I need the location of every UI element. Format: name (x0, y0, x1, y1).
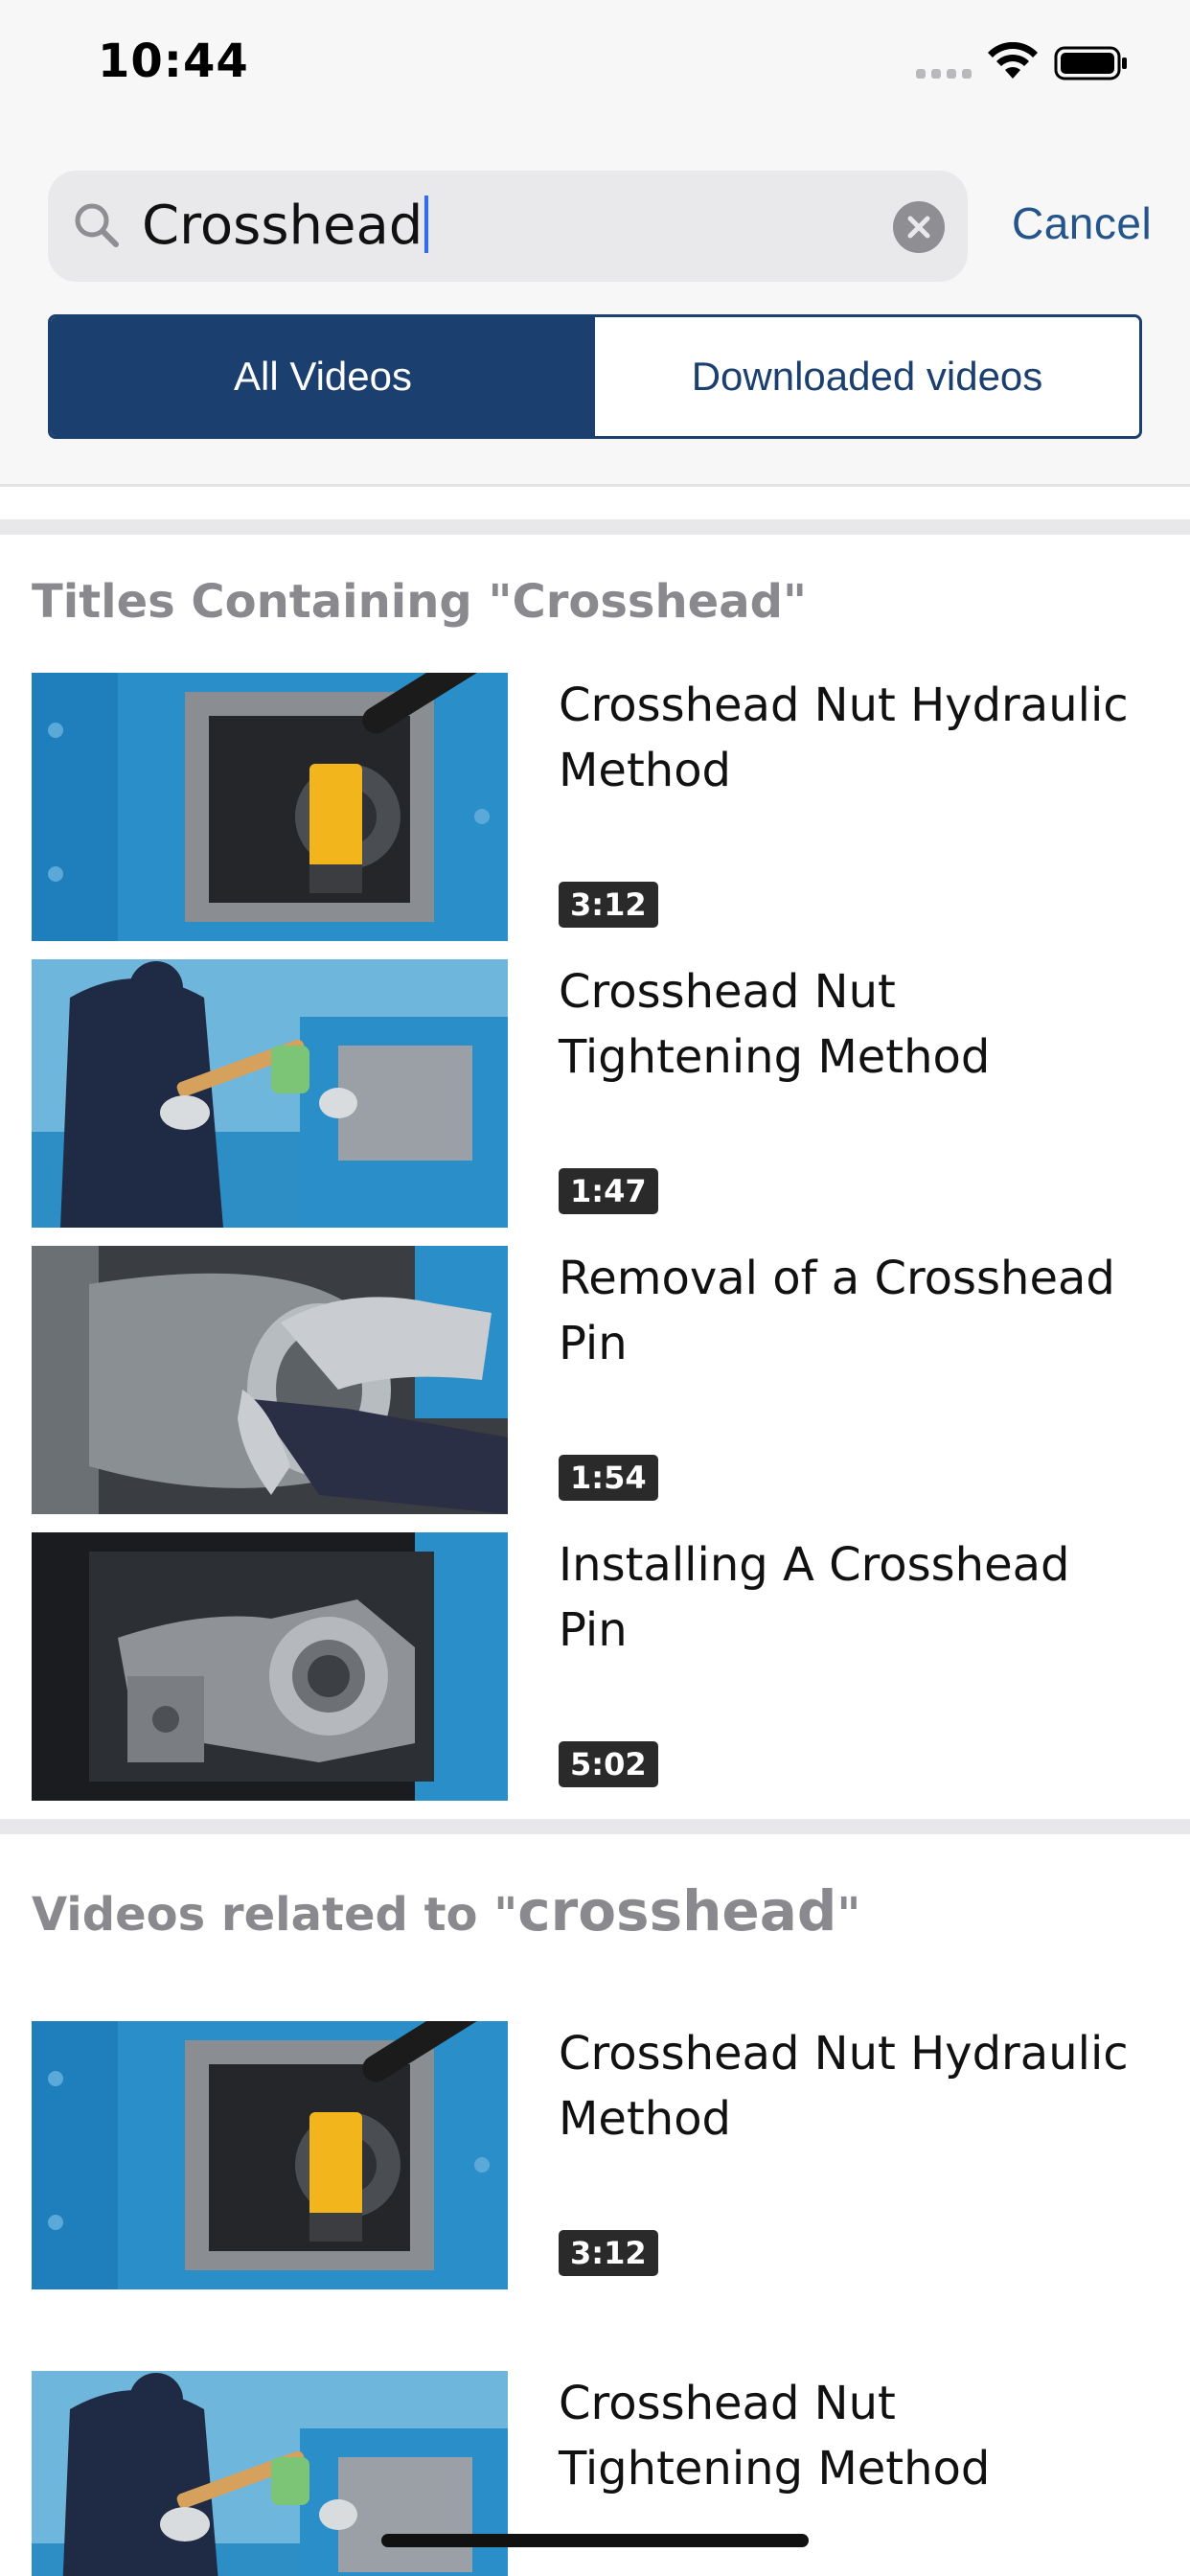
crosshead-assembly-image (32, 1532, 508, 1801)
duration-badge: 3:12 (559, 2230, 658, 2276)
status-bar: 10:44 (0, 0, 1190, 126)
search-field[interactable]: Crosshead (48, 171, 968, 282)
hydraulic-tool-image (32, 2021, 508, 2289)
video-title: Removal of a Crosshead Pin (559, 1252, 1115, 1370)
video-title: Installing A Crosshead Pin (559, 1538, 1070, 1657)
video-title: Crosshead Nut Hydraulic Method (559, 678, 1129, 797)
crosshead-assembly-thumbnail (32, 1532, 508, 1801)
duration-badge: 3:12 (559, 882, 658, 928)
gloved-hand-pin-image (32, 1246, 508, 1514)
tab-all-videos[interactable]: All Videos (51, 317, 595, 436)
search-header: 10:44 Crosshead Cancel All Videos Downlo… (0, 0, 1190, 487)
technician-hammer-thumbnail (32, 959, 508, 1228)
related-section-heading: Videos related to "crosshead" (32, 1878, 860, 1944)
search-query-text: Crosshead (142, 195, 423, 257)
video-list-item[interactable]: Installing A Crosshead Pin 5:02 (32, 1532, 1162, 1801)
status-time: 10:44 (98, 34, 249, 88)
video-title: Crosshead Nut Tightening Method (559, 2377, 991, 2496)
duration-badge: 1:47 (559, 1168, 658, 1214)
video-title: Crosshead Nut Tightening Method (559, 965, 991, 1084)
section-separator (0, 519, 1190, 535)
cancel-button[interactable]: Cancel (1012, 197, 1152, 249)
video-list-item[interactable]: Crosshead Nut Hydraulic Method 3:12 (32, 2021, 1162, 2289)
section-separator (0, 1819, 1190, 1834)
gloved-hand-pin-thumbnail (32, 1246, 508, 1514)
hydraulic-tool-thumbnail (32, 673, 508, 941)
video-filter-segmented-control: All Videos Downloaded videos (48, 314, 1142, 439)
video-list-item[interactable]: Removal of a Crosshead Pin 1:54 (32, 1246, 1162, 1514)
titles-section-heading: Titles Containing "Crosshead" (32, 575, 807, 629)
related-heading-suffix: " (836, 1888, 861, 1942)
hydraulic-tool-image (32, 673, 508, 941)
duration-badge: 1:54 (559, 1455, 658, 1501)
wifi-icon (988, 42, 1038, 79)
clear-search-icon[interactable] (893, 201, 945, 253)
related-heading-prefix: Videos related to " (32, 1888, 518, 1942)
video-title: Crosshead Nut Hydraulic Method (559, 2027, 1129, 2146)
video-list-item[interactable]: Crosshead Nut Hydraulic Method 3:12 (32, 673, 1162, 941)
related-heading-keyword: crosshead (517, 1878, 837, 1944)
battery-icon (1054, 46, 1127, 80)
duration-badge: 5:02 (559, 1741, 658, 1787)
header-divider (0, 484, 1190, 487)
hydraulic-tool-thumbnail (32, 2021, 508, 2289)
cellular-signal-icon (916, 69, 972, 79)
search-icon (75, 203, 119, 247)
search-input[interactable]: Crosshead (142, 188, 429, 264)
text-caret (424, 196, 429, 253)
video-list-item[interactable]: Crosshead Nut Tightening Method 1:47 (32, 959, 1162, 1228)
tab-downloaded-videos[interactable]: Downloaded videos (595, 317, 1139, 436)
technician-hammer-image (32, 959, 508, 1228)
home-indicator[interactable] (381, 2534, 809, 2547)
